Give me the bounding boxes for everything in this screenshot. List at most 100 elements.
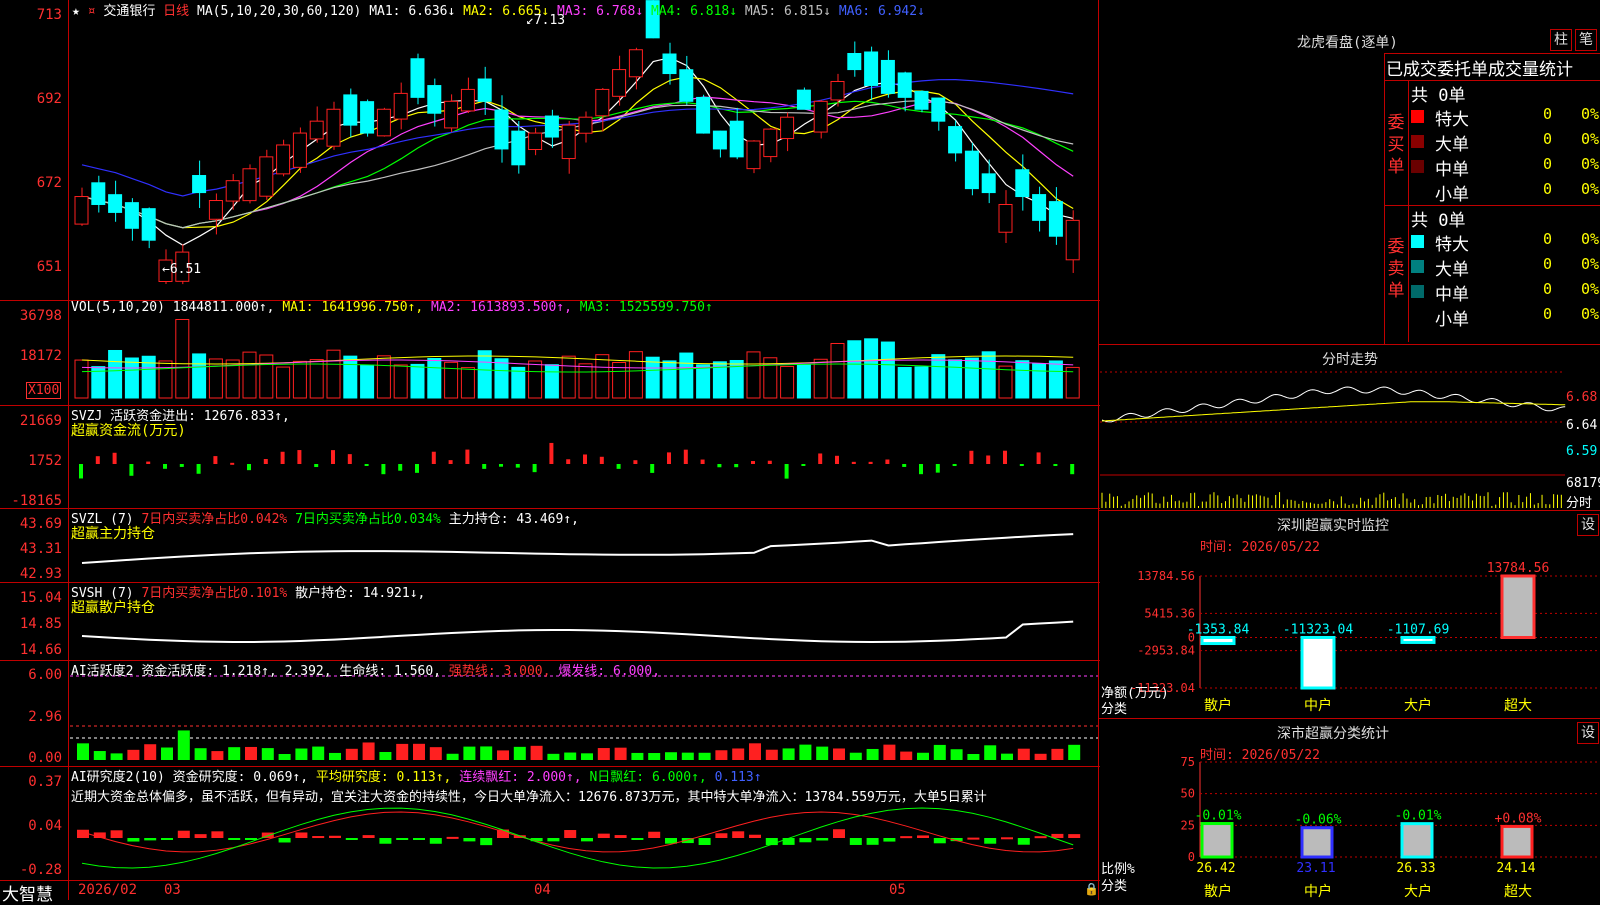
research-bar: [161, 838, 173, 840]
volume-bar: [427, 358, 442, 399]
research-bar: [177, 830, 190, 838]
classify-tick: 25: [1181, 818, 1195, 832]
candle-body: [880, 59, 895, 94]
svsh-tick: 14.85: [19, 616, 62, 632]
buy-count: 0: [1543, 180, 1553, 198]
ai-research-title[interactable]: AI研究度2(10): [71, 770, 165, 785]
classify-change-label: -0.01%: [1195, 809, 1242, 824]
candle-body: [292, 132, 307, 168]
volume-bar: [175, 318, 190, 399]
lock-icon[interactable]: 🔒: [1084, 882, 1099, 896]
activity-bar: [245, 746, 257, 760]
vol-tick: 36798: [19, 308, 62, 324]
svsh-ratio: 7日内买卖净占比0.101%: [141, 586, 288, 601]
buy-pct: 0%: [1581, 130, 1600, 148]
activity-bar: [614, 747, 627, 760]
fund-flow-bar: [95, 456, 100, 464]
activity-bar: [732, 748, 745, 760]
classify-settings-button[interactable]: 设: [1577, 722, 1599, 744]
sell-label: 特大: [1435, 235, 1469, 255]
volume-bar: [158, 360, 173, 399]
sell-pct: 0%: [1581, 255, 1600, 273]
vol-unit-badge: X100: [26, 382, 62, 399]
activity-bar: [715, 750, 728, 760]
candle-body: [242, 168, 257, 202]
buy-total: 共 0单: [1411, 86, 1466, 106]
bar-mode-button[interactable]: 柱: [1550, 29, 1572, 51]
vol-header: VOL(5,10,20) 1844811.000↑, MA1: 1641996.…: [71, 300, 713, 315]
activity-bar: [833, 748, 845, 760]
svzj-tick: 1752: [28, 453, 62, 469]
candle-body: [964, 150, 979, 190]
svzl-tick: 43.69: [19, 516, 62, 532]
sell-count: 0: [1543, 255, 1553, 273]
research-bar: [614, 835, 627, 838]
activity-bar: [950, 749, 963, 760]
candle-body: [343, 94, 358, 126]
volume-bar: [931, 354, 946, 399]
candle-body: [847, 53, 862, 71]
candle-body: [511, 130, 526, 166]
ai-research-header: AI研究度2(10) 资金研究度: 0.069↑, 平均研究度: 0.113↑,…: [71, 766, 762, 785]
monitor-settings-button[interactable]: 设: [1577, 514, 1599, 536]
tick-mode-button[interactable]: 笔: [1575, 29, 1597, 51]
research-bar: [917, 835, 929, 838]
monitor-value-label: -1107.69: [1387, 622, 1450, 637]
research-bar: [245, 838, 257, 840]
research-bar: [933, 838, 946, 844]
classify-category-label: 超大: [1504, 884, 1532, 900]
volume-bar: [74, 359, 89, 399]
fund-flow-bar: [263, 459, 268, 464]
fund-flow-bar: [314, 464, 319, 468]
volume-bar: [914, 366, 929, 399]
volume-bar: [964, 357, 979, 399]
volume-bar: [645, 356, 660, 399]
sell-row: 大单 0 0%: [1411, 255, 1600, 280]
kline-chart-canvas[interactable]: 13784.56 5415.36 0 -2953.84 -11323.04 -1353.8…: [0, 0, 1600, 900]
fund-flow-bar: [482, 464, 487, 469]
buy-label: 大单: [1435, 135, 1469, 155]
activity-bar: [883, 744, 896, 760]
vol-title[interactable]: VOL(5,10,20): [71, 300, 165, 315]
classify-bar: [1400, 822, 1434, 859]
color-swatch: [1411, 135, 1424, 148]
research-bar: [900, 836, 913, 839]
ai-active-title[interactable]: AI活跃度2: [71, 664, 133, 679]
favorite-star-icon[interactable]: ★: [72, 4, 80, 19]
classify-change-label: -0.01%: [1395, 809, 1442, 824]
monitor-category-label: 超大: [1504, 698, 1532, 714]
lhb-subtitle: 已成交委托单成交量统计: [1386, 60, 1573, 80]
classify-value-label: 24.14: [1496, 861, 1535, 876]
fund-flow-bar: [163, 464, 167, 469]
fund-flow-bar: [364, 464, 369, 466]
candle-body: [578, 116, 593, 134]
sell-count: 0: [1543, 280, 1553, 298]
period-label[interactable]: 日线: [163, 4, 189, 19]
sell-pct: 0%: [1581, 280, 1600, 298]
ma-params: MA(5,10,20,30,60,120): [197, 4, 362, 19]
ai-research-value: 资金研究度: 0.069↑,: [172, 770, 309, 785]
fund-flow-bar: [1070, 464, 1075, 475]
price-tick: 692: [36, 91, 62, 107]
ai-research-tick: -0.28: [19, 862, 62, 878]
activity-bar: [261, 748, 274, 760]
candle-body: [712, 130, 727, 150]
research-bar: [362, 835, 375, 838]
fund-flow-bar: [868, 461, 873, 464]
monitor-xlabel: 分类: [1101, 702, 1128, 717]
research-bar: [194, 834, 207, 838]
date-label: 04: [534, 882, 551, 898]
candle-body: [796, 89, 811, 110]
classify-category-label: 中户: [1304, 883, 1332, 900]
candle-body: [746, 140, 761, 170]
y-axis-line: [68, 0, 69, 900]
volume-bar: [897, 367, 912, 399]
stock-name[interactable]: 交通银行: [103, 4, 155, 19]
fund-flow-bar: [465, 449, 470, 464]
info-icon[interactable]: ¤: [88, 4, 96, 19]
activity-bar: [530, 745, 543, 760]
price-header: ★ ¤ 交通银行 日线 MA(5,10,20,30,60,120) MA1: 6…: [72, 0, 925, 19]
candle-body: [998, 203, 1013, 233]
volume-bar: [309, 359, 324, 399]
fund-flow-bar: [515, 464, 520, 468]
